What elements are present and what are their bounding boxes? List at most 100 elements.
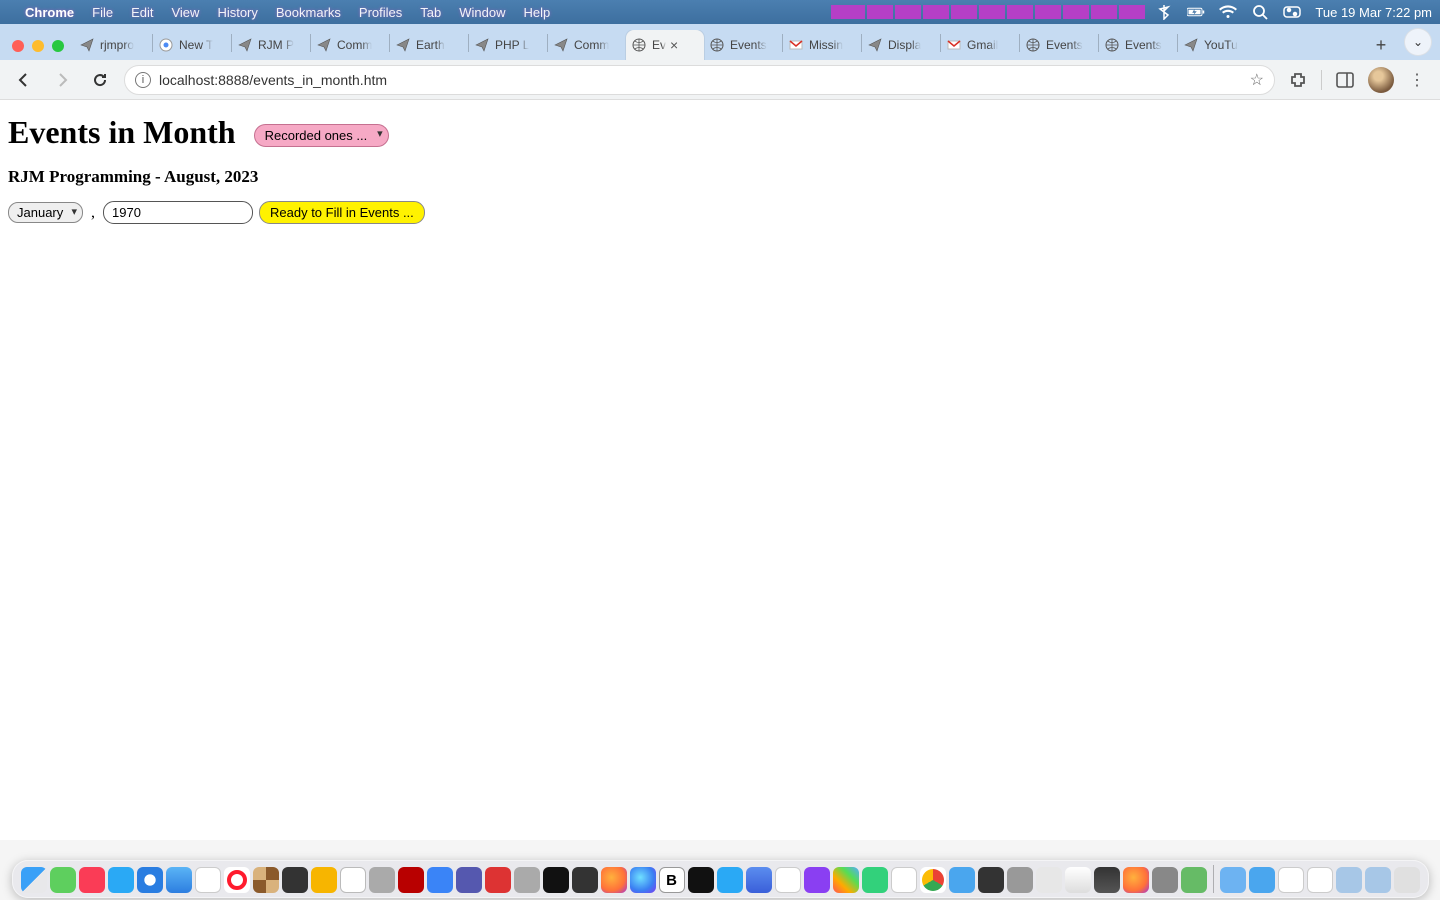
ready-button[interactable]: Ready to Fill in Events ...	[259, 201, 425, 224]
chrome-menu-icon[interactable]: ⋮	[1404, 67, 1430, 93]
dock-app-launchpad[interactable]	[833, 867, 859, 893]
menu-edit[interactable]: Edit	[122, 0, 162, 24]
dock-folder2[interactable]	[1336, 867, 1362, 893]
dock-app-gmail[interactable]	[891, 867, 917, 893]
extensions-icon[interactable]	[1285, 67, 1311, 93]
dock-app-mail[interactable]	[166, 867, 192, 893]
dock-app-preview[interactable]	[949, 867, 975, 893]
tab-8[interactable]: Events	[704, 30, 782, 60]
tab-close-icon[interactable]: ×	[670, 37, 678, 53]
dock-app-numbers[interactable]	[862, 867, 888, 893]
dock-app-utility9[interactable]	[1152, 867, 1178, 893]
app-menu[interactable]: Chrome	[16, 0, 83, 24]
dock-app-utility4[interactable]	[514, 867, 540, 893]
tab-1[interactable]: New T	[153, 30, 231, 60]
tab-10[interactable]: Displa	[862, 30, 940, 60]
menu-tab[interactable]: Tab	[411, 0, 450, 24]
dock-app-utility6[interactable]	[1036, 867, 1062, 893]
dock-app-zoom[interactable]	[427, 867, 453, 893]
menu-view[interactable]: View	[162, 0, 208, 24]
dock-app-utility1[interactable]	[311, 867, 337, 893]
side-panel-icon[interactable]	[1332, 67, 1358, 93]
tab-11[interactable]: Gmail	[941, 30, 1019, 60]
tab-6[interactable]: Comm	[548, 30, 626, 60]
dock-app-messages[interactable]	[50, 867, 76, 893]
dock-app-music[interactable]	[79, 867, 105, 893]
dock-folder1[interactable]	[1220, 867, 1246, 893]
menu-profiles[interactable]: Profiles	[350, 0, 411, 24]
menu-bookmarks[interactable]: Bookmarks	[267, 0, 350, 24]
dock-app-podcasts[interactable]	[804, 867, 830, 893]
dock-folder3[interactable]	[1365, 867, 1391, 893]
dock-app-calculator[interactable]	[282, 867, 308, 893]
profile-avatar[interactable]	[1368, 67, 1394, 93]
dock-app-utility5[interactable]	[1007, 867, 1033, 893]
dock-app-firefox-dev[interactable]	[630, 867, 656, 893]
menu-history[interactable]: History	[208, 0, 266, 24]
new-tab-button[interactable]: +	[1366, 30, 1396, 60]
dock-app-terminal[interactable]	[543, 867, 569, 893]
tab-5[interactable]: PHP L	[469, 30, 547, 60]
tab-3[interactable]: Comm	[311, 30, 389, 60]
tab-0[interactable]: rjmpro	[74, 30, 152, 60]
dock-app-textedit[interactable]	[340, 867, 366, 893]
menu-window[interactable]: Window	[450, 0, 514, 24]
dock-app-safari[interactable]	[137, 867, 163, 893]
dock-app-firefox2[interactable]	[1123, 867, 1149, 893]
recorded-dropdown[interactable]: Recorded ones ...	[254, 124, 389, 147]
reload-button[interactable]	[86, 66, 114, 94]
forward-button[interactable]	[48, 66, 76, 94]
dock-app-news[interactable]	[195, 867, 221, 893]
dock-app-appstore2[interactable]	[717, 867, 743, 893]
tab-7[interactable]: Ev×	[626, 30, 704, 60]
dock-app-xcode[interactable]	[978, 867, 1004, 893]
dock-app-chrome[interactable]	[920, 867, 946, 893]
tab-list-button[interactable]: ⌄	[1404, 28, 1432, 56]
dock-app-utility8[interactable]	[1094, 867, 1120, 893]
dock-stack-pages[interactable]	[1278, 867, 1304, 893]
dock-app-screenshot[interactable]	[746, 867, 772, 893]
menubar-clock[interactable]: Tue 19 Mar 7:22 pm	[1315, 5, 1432, 20]
dock-app-b[interactable]: B	[659, 867, 685, 893]
dock-app-teams[interactable]	[456, 867, 482, 893]
tab-9[interactable]: Missin	[783, 30, 861, 60]
dock-app-utility10[interactable]	[1181, 867, 1207, 893]
tab-13[interactable]: Events	[1099, 30, 1177, 60]
window-minimize-button[interactable]	[32, 40, 44, 52]
year-input[interactable]	[103, 201, 253, 224]
dock-folder-network[interactable]	[1249, 867, 1275, 893]
dock-app-calendar[interactable]	[775, 867, 801, 893]
window-close-button[interactable]	[12, 40, 24, 52]
dock-app-utility7[interactable]	[1065, 867, 1091, 893]
dock-app-filezilla[interactable]	[398, 867, 424, 893]
menu-file[interactable]: File	[83, 0, 122, 24]
wifi-icon[interactable]	[1219, 3, 1237, 21]
tab-14[interactable]: YouTu	[1178, 30, 1256, 60]
dock-app-chess[interactable]	[253, 867, 279, 893]
tab-2[interactable]: RJM P	[232, 30, 310, 60]
tab-4[interactable]: Earth	[390, 30, 468, 60]
back-button[interactable]	[10, 66, 38, 94]
window-maximize-button[interactable]	[52, 40, 64, 52]
control-center-icon[interactable]	[1283, 3, 1301, 21]
dock-app-firefox[interactable]	[601, 867, 627, 893]
dock-app-utility3[interactable]	[485, 867, 511, 893]
menu-extra-blocks[interactable]	[831, 5, 1145, 19]
dock-trash[interactable]	[1394, 867, 1420, 893]
battery-icon[interactable]	[1187, 3, 1205, 21]
dock-app-terminal2[interactable]	[572, 867, 598, 893]
bluetooth-icon[interactable]	[1155, 3, 1173, 21]
dock-app-appletv[interactable]	[688, 867, 714, 893]
site-info-icon[interactable]: i	[135, 72, 151, 88]
dock-app-appstore[interactable]	[108, 867, 134, 893]
bookmark-star-icon[interactable]: ☆	[1250, 70, 1264, 90]
dock-stack-notes[interactable]	[1307, 867, 1333, 893]
address-bar[interactable]: i localhost:8888/events_in_month.htm ☆	[124, 65, 1275, 95]
menu-help[interactable]: Help	[515, 0, 560, 24]
dock-app-finder[interactable]	[21, 867, 47, 893]
month-select[interactable]: January	[8, 202, 83, 223]
dock-app-opera[interactable]	[224, 867, 250, 893]
dock-app-utility2[interactable]	[369, 867, 395, 893]
search-icon[interactable]	[1251, 3, 1269, 21]
tab-12[interactable]: Events	[1020, 30, 1098, 60]
